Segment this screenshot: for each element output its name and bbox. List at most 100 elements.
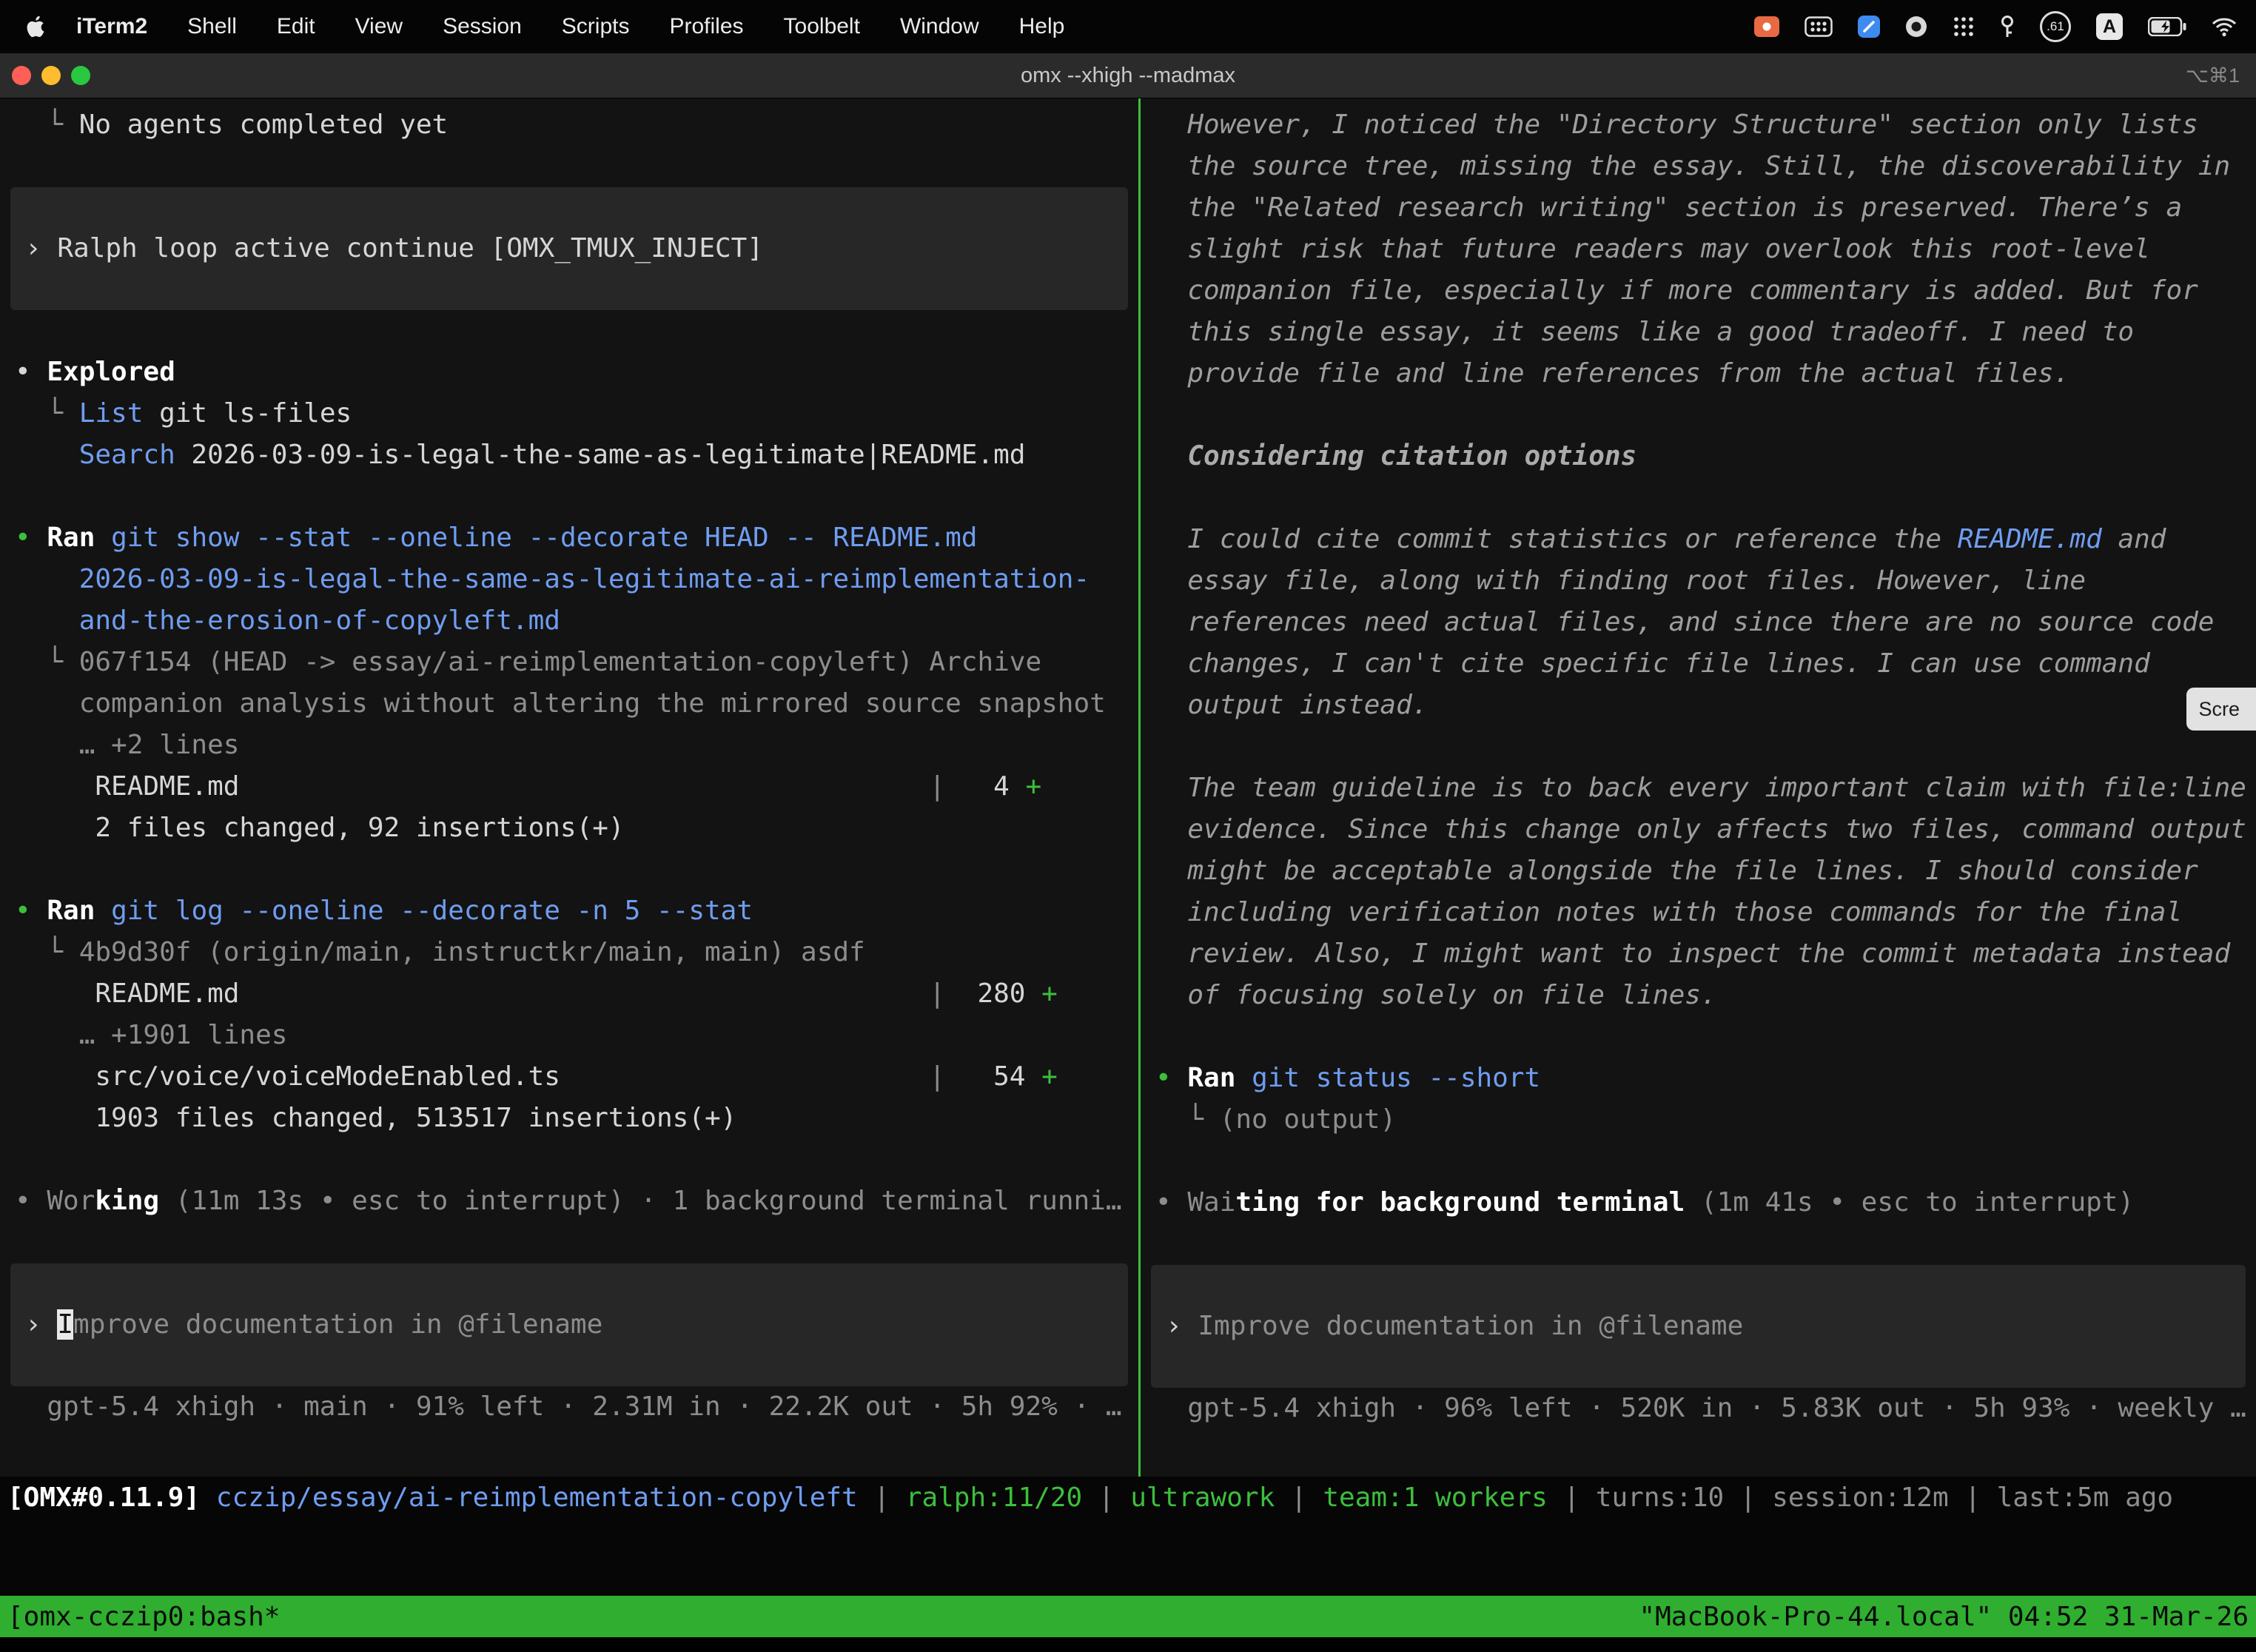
close-button[interactable] bbox=[12, 66, 31, 85]
terminal-line: 1903 files changed, 513517 insertions(+) bbox=[0, 1098, 1138, 1139]
terminal-line bbox=[1141, 477, 2256, 519]
terminal-line: … +1901 lines bbox=[0, 1015, 1138, 1056]
terminal-line: … +2 lines bbox=[0, 725, 1138, 766]
left-pre-output: └ No agents completed yet bbox=[0, 104, 1138, 146]
right-session-status: gpt-5.4 xhigh · 96% left · 520K in · 5.8… bbox=[1141, 1388, 2256, 1429]
terminal-line bbox=[1141, 1016, 2256, 1058]
apple-menu-icon[interactable] bbox=[25, 16, 46, 37]
menu-item-window[interactable]: Window bbox=[880, 14, 999, 39]
terminal-line: of focusing solely on file lines. bbox=[1141, 975, 2256, 1016]
terminal-line: › Improve documentation in @filename bbox=[1151, 1306, 2246, 1347]
terminal-line: review. Also, I might want to inspect th… bbox=[1141, 933, 2256, 975]
terminal-line: gpt-5.4 xhigh · 96% left · 520K in · 5.8… bbox=[1141, 1388, 2256, 1429]
left-body-output: • Explored └ List git ls-files Search 20… bbox=[0, 352, 1138, 1222]
terminal-line: └ 4b9d30f (origin/main, instructkr/main,… bbox=[0, 932, 1138, 973]
tmux-host-clock: "MacBook-Pro-44.local" 04:52 31-Mar-26 bbox=[1639, 1602, 2249, 1632]
menu-item-shell[interactable]: Shell bbox=[167, 14, 257, 39]
window-shortcut: ⌥⌘1 bbox=[2186, 64, 2240, 87]
terminal-line: However, I noticed the "Directory Struct… bbox=[1141, 104, 2256, 146]
terminal-line: the "Related research writing" section i… bbox=[1141, 187, 2256, 229]
apps-grid-icon[interactable] bbox=[1953, 16, 1975, 38]
terminal-line bbox=[0, 476, 1138, 517]
terminal-line: › Improve documentation in @filename bbox=[10, 1304, 1128, 1346]
right-prompt-input[interactable]: › Improve documentation in @filename bbox=[1151, 1265, 2246, 1388]
terminal-line: companion file, especially if more comme… bbox=[1141, 270, 2256, 312]
menu-item-profiles[interactable]: Profiles bbox=[649, 14, 763, 39]
terminal-line: └ No agents completed yet bbox=[0, 104, 1138, 146]
terminal-line: Considering citation options bbox=[1141, 436, 2256, 477]
terminal-line: provide file and line references from th… bbox=[1141, 353, 2256, 394]
menu-item-help[interactable]: Help bbox=[999, 14, 1085, 39]
terminal-line: • Ran git show --stat --oneline --decora… bbox=[0, 517, 1138, 559]
round-app-icon[interactable] bbox=[1905, 16, 1927, 38]
terminal-line: essay file, along with finding root file… bbox=[1141, 560, 2256, 602]
zoom-button[interactable] bbox=[71, 66, 90, 85]
window-title-bar: omx --xhigh --madmax ⌥⌘1 bbox=[0, 53, 2256, 98]
omx-status-bar: [OMX#0.11.9] cczip/essay/ai-reimplementa… bbox=[0, 1477, 2256, 1520]
terminal-line: changes, I can't cite specific file line… bbox=[1141, 643, 2256, 685]
terminal-line: I could cite commit statistics or refere… bbox=[1141, 519, 2256, 560]
terminal-filler bbox=[0, 1520, 2256, 1596]
macos-menu-bar: iTerm2 Shell Edit View Session Scripts P… bbox=[0, 0, 2256, 53]
input-source-icon[interactable]: A bbox=[2096, 13, 2123, 40]
terminal-line: • Explored bbox=[0, 352, 1138, 393]
left-prompt-input[interactable]: › Improve documentation in @filename bbox=[10, 1263, 1128, 1386]
blue-app-icon[interactable] bbox=[1858, 16, 1880, 38]
ralph-status-box: › Ralph loop active continue [OMX_TMUX_I… bbox=[10, 187, 1128, 310]
terminal-line bbox=[1141, 394, 2256, 436]
terminal-line: The team guideline is to back every impo… bbox=[1141, 768, 2256, 809]
notification-toast[interactable]: Scre bbox=[2186, 688, 2256, 731]
password-key-icon[interactable] bbox=[2000, 15, 2015, 38]
terminal-line bbox=[1141, 1141, 2256, 1182]
terminal-line: src/voice/voiceModeEnabled.ts | 54 + bbox=[0, 1056, 1138, 1098]
minimize-button[interactable] bbox=[41, 66, 61, 85]
menu-bar-status-icons: .61 A bbox=[1754, 11, 2237, 42]
right-terminal-pane[interactable]: However, I noticed the "Directory Struct… bbox=[1141, 98, 2256, 1477]
terminal-line: README.md | 4 + bbox=[0, 766, 1138, 807]
menu-bar-left: iTerm2 Shell Edit View Session Scripts P… bbox=[25, 14, 1754, 39]
battery-percent-gauge[interactable]: .61 bbox=[2040, 11, 2071, 42]
terminal-line: └ List git ls-files bbox=[0, 393, 1138, 434]
menu-item-session[interactable]: Session bbox=[423, 14, 542, 39]
iterm-window: omx --xhigh --madmax ⌥⌘1 └ No agents com… bbox=[0, 53, 2256, 1652]
screen-recording-indicator-icon[interactable] bbox=[1754, 16, 1779, 37]
terminal-line bbox=[1141, 726, 2256, 768]
terminal-line: gpt-5.4 xhigh · main · 91% left · 2.31M … bbox=[0, 1386, 1138, 1428]
terminal-line: • Ran git log --oneline --decorate -n 5 … bbox=[0, 890, 1138, 932]
tmux-status-bar: [omx-cczip0:bash* "MacBook-Pro-44.local"… bbox=[0, 1596, 2256, 1637]
terminal-line: 2 files changed, 92 insertions(+) bbox=[0, 807, 1138, 849]
wifi-icon[interactable] bbox=[2212, 16, 2237, 37]
menu-item-edit[interactable]: Edit bbox=[257, 14, 335, 39]
battery-icon[interactable] bbox=[2148, 17, 2186, 36]
terminal-line: companion analysis without altering the … bbox=[0, 683, 1138, 725]
menu-item-view[interactable]: View bbox=[335, 14, 423, 39]
left-terminal-pane[interactable]: └ No agents completed yet › Ralph loop a… bbox=[0, 98, 1138, 1477]
tmux-panes: └ No agents completed yet › Ralph loop a… bbox=[0, 98, 2256, 1477]
keypad-app-icon[interactable] bbox=[1805, 16, 1833, 37]
menu-item-toolbelt[interactable]: Toolbelt bbox=[764, 14, 880, 39]
left-session-status: gpt-5.4 xhigh · main · 91% left · 2.31M … bbox=[0, 1386, 1138, 1428]
terminal-line: › Ralph loop active continue [OMX_TMUX_I… bbox=[10, 228, 1128, 269]
terminal-line: Search 2026-03-09-is-legal-the-same-as-l… bbox=[0, 434, 1138, 476]
terminal-line: might be acceptable alongside the file l… bbox=[1141, 850, 2256, 892]
tmux-session-label: [omx-cczip0:bash* bbox=[7, 1602, 280, 1632]
terminal-line: • Waiting for background terminal (1m 41… bbox=[1141, 1182, 2256, 1223]
traffic-lights bbox=[0, 66, 90, 85]
window-title: omx --xhigh --madmax bbox=[0, 64, 2256, 88]
terminal-line: └ 067f154 (HEAD -> essay/ai-reimplementa… bbox=[0, 642, 1138, 683]
menu-item-scripts[interactable]: Scripts bbox=[542, 14, 650, 39]
terminal-line: and-the-erosion-of-copyleft.md bbox=[0, 600, 1138, 642]
right-body-output: However, I noticed the "Directory Struct… bbox=[1141, 104, 2256, 1223]
terminal-line: README.md | 280 + bbox=[0, 973, 1138, 1015]
terminal-line: output instead. bbox=[1141, 685, 2256, 726]
menu-item-iterm2[interactable]: iTerm2 bbox=[56, 14, 167, 39]
terminal-line bbox=[0, 1139, 1138, 1181]
terminal-line: including verification notes with those … bbox=[1141, 892, 2256, 933]
terminal-line: this single essay, it seems like a good … bbox=[1141, 312, 2256, 353]
terminal-line: └ (no output) bbox=[1141, 1099, 2256, 1141]
terminal-line: • Ran git status --short bbox=[1141, 1058, 2256, 1099]
terminal-line: 2026-03-09-is-legal-the-same-as-legitima… bbox=[0, 559, 1138, 600]
terminal-line: the source tree, missing the essay. Stil… bbox=[1141, 146, 2256, 187]
terminal-line: • Working (11m 13s • esc to interrupt) ·… bbox=[0, 1181, 1138, 1222]
bottom-strip bbox=[0, 1637, 2256, 1652]
